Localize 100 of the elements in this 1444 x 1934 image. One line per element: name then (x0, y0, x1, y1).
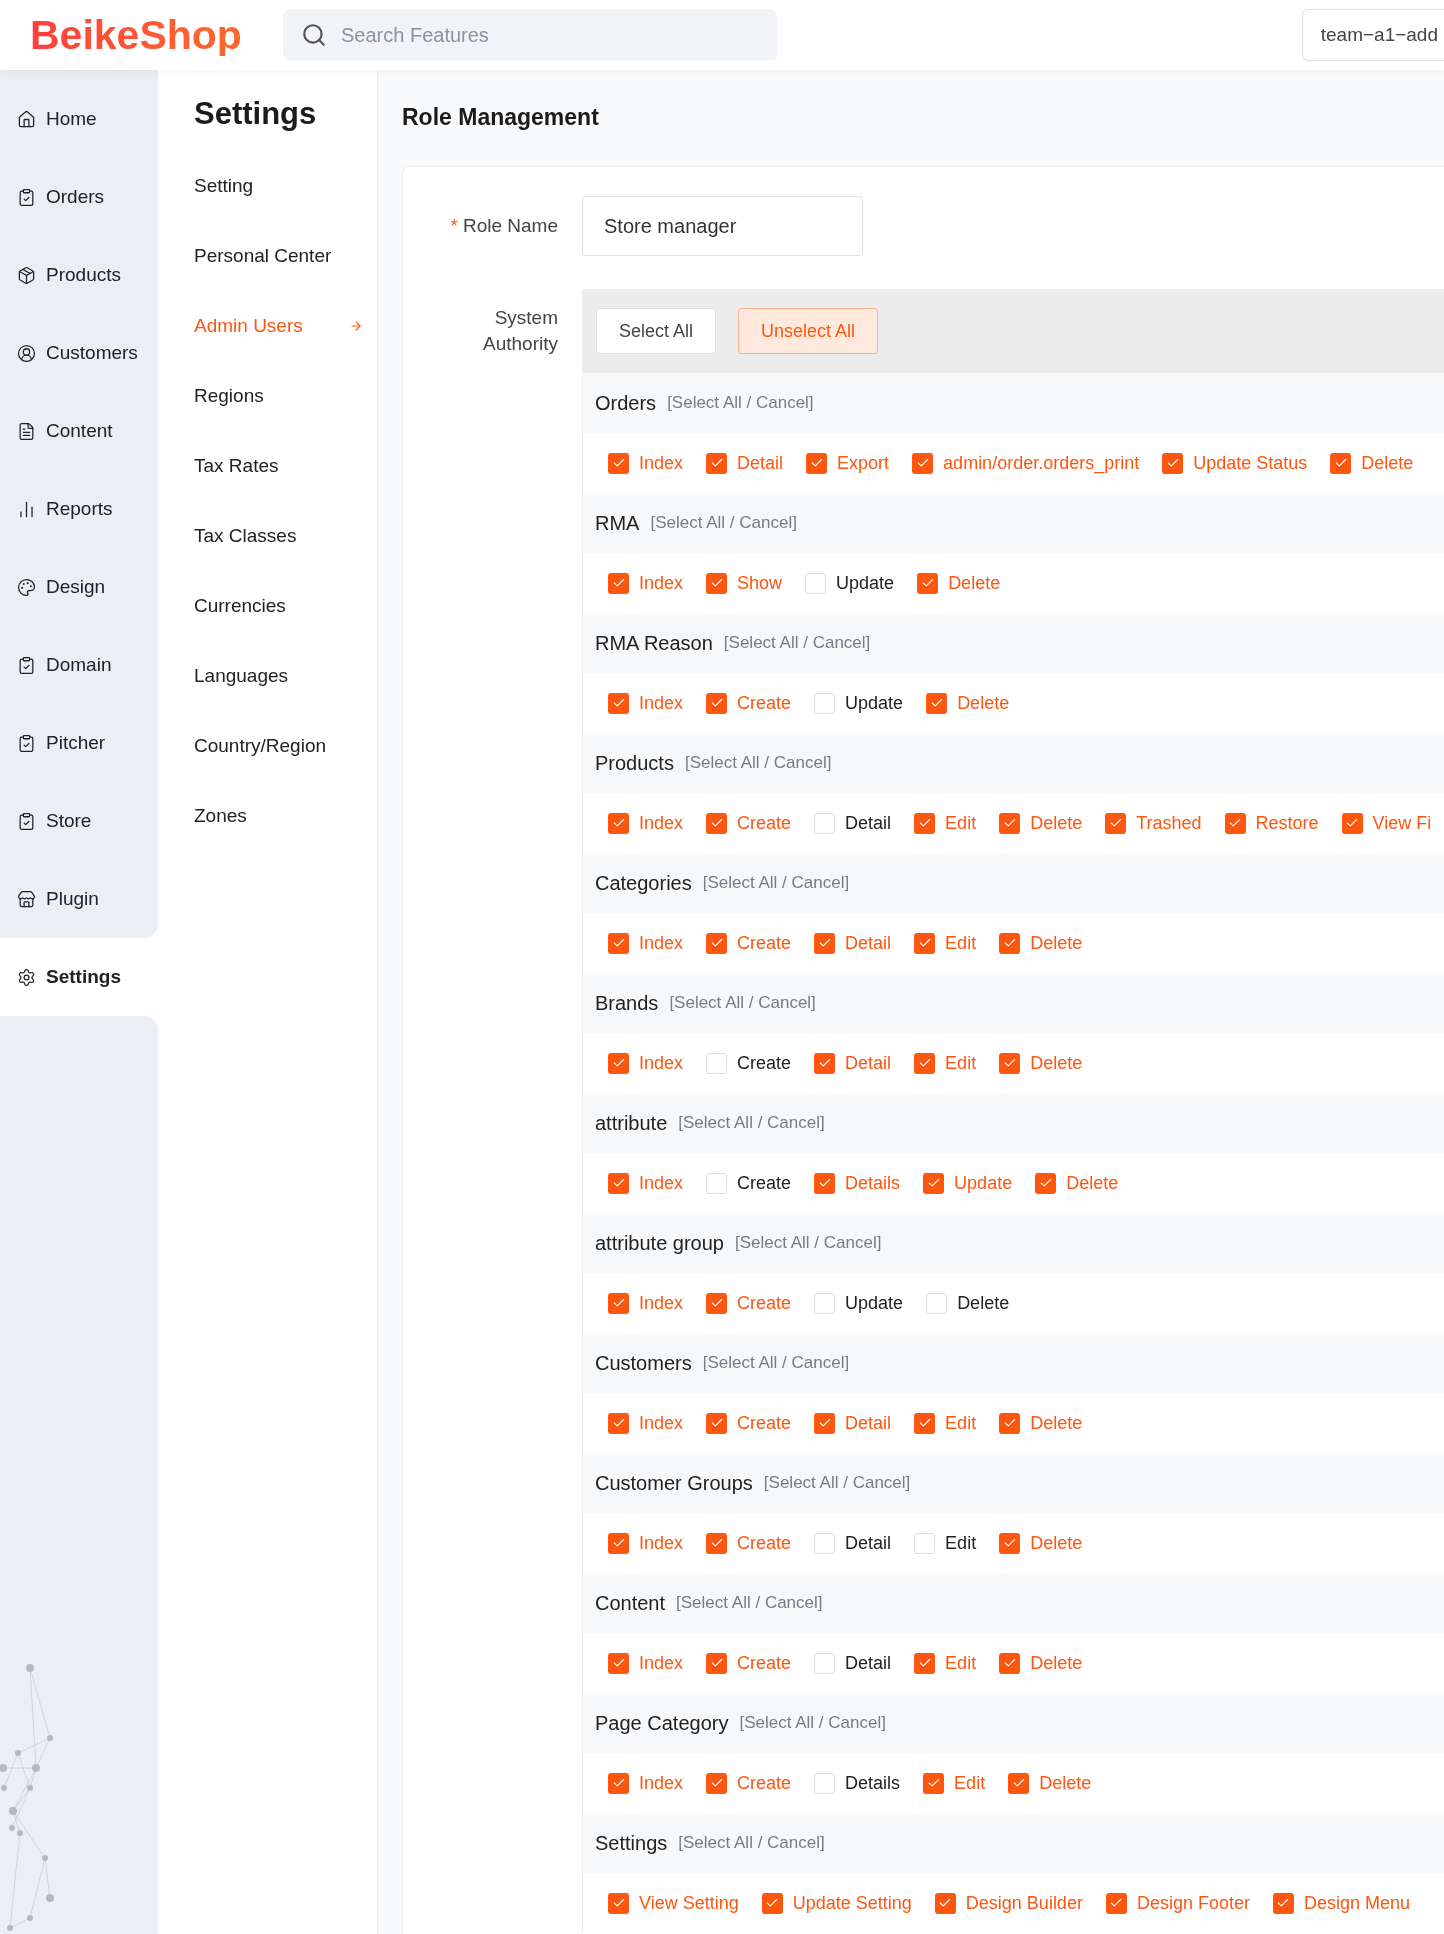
permission-checkbox[interactable]: Edit (914, 1529, 977, 1557)
checkbox[interactable] (706, 1652, 728, 1674)
permission-checkbox[interactable]: Edit (914, 1649, 977, 1677)
checkbox[interactable] (608, 1412, 629, 1434)
permission-checkbox[interactable]: Detail (814, 809, 892, 837)
checkbox[interactable] (814, 1772, 836, 1794)
store-select[interactable]: team−a1−add (1301, 9, 1444, 61)
checkbox[interactable] (814, 1532, 836, 1554)
checkbox[interactable] (814, 1052, 836, 1074)
permission-checkbox[interactable]: Delete (926, 1289, 1010, 1317)
permission-checkbox[interactable]: Create (706, 1049, 792, 1077)
checkbox[interactable] (926, 692, 948, 714)
checkbox[interactable] (706, 692, 728, 714)
search-field[interactable]: Search Features (283, 9, 777, 61)
permission-checkbox[interactable]: Index (608, 1049, 684, 1077)
checkbox[interactable] (814, 1652, 836, 1674)
permission-checkbox[interactable]: Edit (914, 809, 977, 837)
checkbox[interactable] (914, 932, 936, 954)
permission-checkbox[interactable]: Delete (917, 569, 1001, 597)
permission-checkbox[interactable]: Index (608, 1649, 684, 1677)
permission-checkbox[interactable]: Delete (999, 1529, 1083, 1557)
permission-checkbox[interactable]: Delete (999, 1649, 1083, 1677)
checkbox[interactable] (999, 812, 1021, 834)
select-toggle-link[interactable]: [Select All / Cancel] (702, 870, 850, 896)
select-toggle-link[interactable]: [Select All / Cancel] (763, 1470, 911, 1496)
checkbox[interactable] (1035, 1172, 1057, 1194)
permission-checkbox[interactable]: Update (805, 569, 895, 597)
checkbox[interactable] (814, 812, 836, 834)
checkbox[interactable] (999, 1412, 1021, 1434)
permission-checkbox[interactable]: Delete (999, 929, 1083, 957)
nav-item[interactable]: Store (0, 782, 158, 860)
permission-checkbox[interactable]: Delete (999, 809, 1083, 837)
permission-checkbox[interactable]: Update (814, 689, 904, 717)
checkbox[interactable] (608, 1772, 629, 1794)
nav-item[interactable]: Content (0, 392, 158, 470)
checkbox[interactable] (1341, 812, 1363, 834)
permission-checkbox[interactable]: Index (608, 809, 684, 837)
permission-checkbox[interactable]: Detail (814, 1409, 892, 1437)
nav-item[interactable]: Plugin (0, 860, 158, 938)
select-toggle-link[interactable]: [Select All / Cancel] (723, 630, 871, 656)
checkbox[interactable] (706, 452, 728, 474)
checkbox[interactable] (914, 1412, 936, 1434)
checkbox[interactable] (608, 1292, 629, 1314)
permission-checkbox[interactable]: Create (706, 1169, 792, 1197)
checkbox[interactable] (914, 1532, 936, 1554)
nav-item[interactable]: Home (0, 70, 158, 158)
select-toggle-link[interactable]: [Select All / Cancel] (735, 1230, 882, 1256)
submenu-item[interactable]: Setting (194, 151, 377, 221)
permission-checkbox[interactable]: Index (608, 929, 684, 957)
nav-item[interactable]: Reports (0, 470, 158, 548)
permission-checkbox[interactable]: Update Setting (761, 1889, 912, 1917)
nav-item[interactable]: Products (0, 236, 158, 314)
permission-checkbox[interactable]: Detail (814, 1649, 892, 1677)
checkbox[interactable] (814, 1412, 836, 1434)
permission-checkbox[interactable]: Index (608, 1169, 684, 1197)
permission-checkbox[interactable]: Create (706, 929, 792, 957)
checkbox[interactable] (999, 1652, 1021, 1674)
nav-item[interactable]: Orders (0, 158, 158, 236)
permission-checkbox[interactable]: Show (706, 569, 783, 597)
submenu-item[interactable]: Regions (194, 361, 377, 431)
permission-checkbox[interactable]: Create (706, 1289, 792, 1317)
checkbox[interactable] (806, 452, 828, 474)
select-toggle-link[interactable]: [Select All / Cancel] (669, 990, 816, 1016)
nav-item[interactable]: Customers (0, 314, 158, 392)
permission-checkbox[interactable]: Detail (814, 929, 892, 957)
permission-checkbox[interactable]: Delete (926, 689, 1010, 717)
checkbox[interactable] (814, 1172, 836, 1194)
permission-checkbox[interactable]: Delete (999, 1409, 1083, 1437)
submenu-item[interactable]: Zones (194, 781, 377, 851)
checkbox[interactable] (1330, 452, 1352, 474)
checkbox[interactable] (706, 572, 728, 594)
checkbox[interactable] (1224, 812, 1246, 834)
submenu-item[interactable]: Tax Rates (194, 431, 377, 501)
checkbox[interactable] (706, 1412, 728, 1434)
permission-checkbox[interactable]: Index (608, 1289, 684, 1317)
checkbox[interactable] (608, 572, 629, 594)
permission-checkbox[interactable]: Update (923, 1169, 1013, 1197)
permission-checkbox[interactable]: View Fi (1341, 809, 1432, 837)
permission-checkbox[interactable]: Edit (914, 1049, 977, 1077)
checkbox[interactable] (814, 1292, 836, 1314)
role-name-input[interactable]: Store manager (582, 196, 863, 256)
nav-item[interactable]: Design (0, 548, 158, 626)
submenu-item[interactable]: Country/Region (194, 711, 377, 781)
select-toggle-link[interactable]: [Select All / Cancel] (678, 1110, 825, 1136)
permission-checkbox[interactable]: Create (706, 1529, 792, 1557)
nav-item[interactable]: Domain (0, 626, 158, 704)
permission-checkbox[interactable]: Edit (914, 929, 977, 957)
permission-checkbox[interactable]: Detail (706, 449, 784, 477)
checkbox[interactable] (761, 1892, 783, 1914)
permission-checkbox[interactable]: Edit (923, 1769, 986, 1797)
checkbox[interactable] (608, 932, 629, 954)
permission-checkbox[interactable]: Create (706, 809, 792, 837)
permission-checkbox[interactable]: Index (608, 569, 684, 597)
checkbox[interactable] (608, 692, 629, 714)
select-toggle-link[interactable]: [Select All / Cancel] (702, 1350, 850, 1376)
checkbox[interactable] (608, 1172, 629, 1194)
checkbox[interactable] (805, 572, 827, 594)
select-toggle-link[interactable]: [Select All / Cancel] (684, 750, 832, 776)
permission-checkbox[interactable]: Details (814, 1769, 901, 1797)
permission-checkbox[interactable]: Index (608, 1409, 684, 1437)
